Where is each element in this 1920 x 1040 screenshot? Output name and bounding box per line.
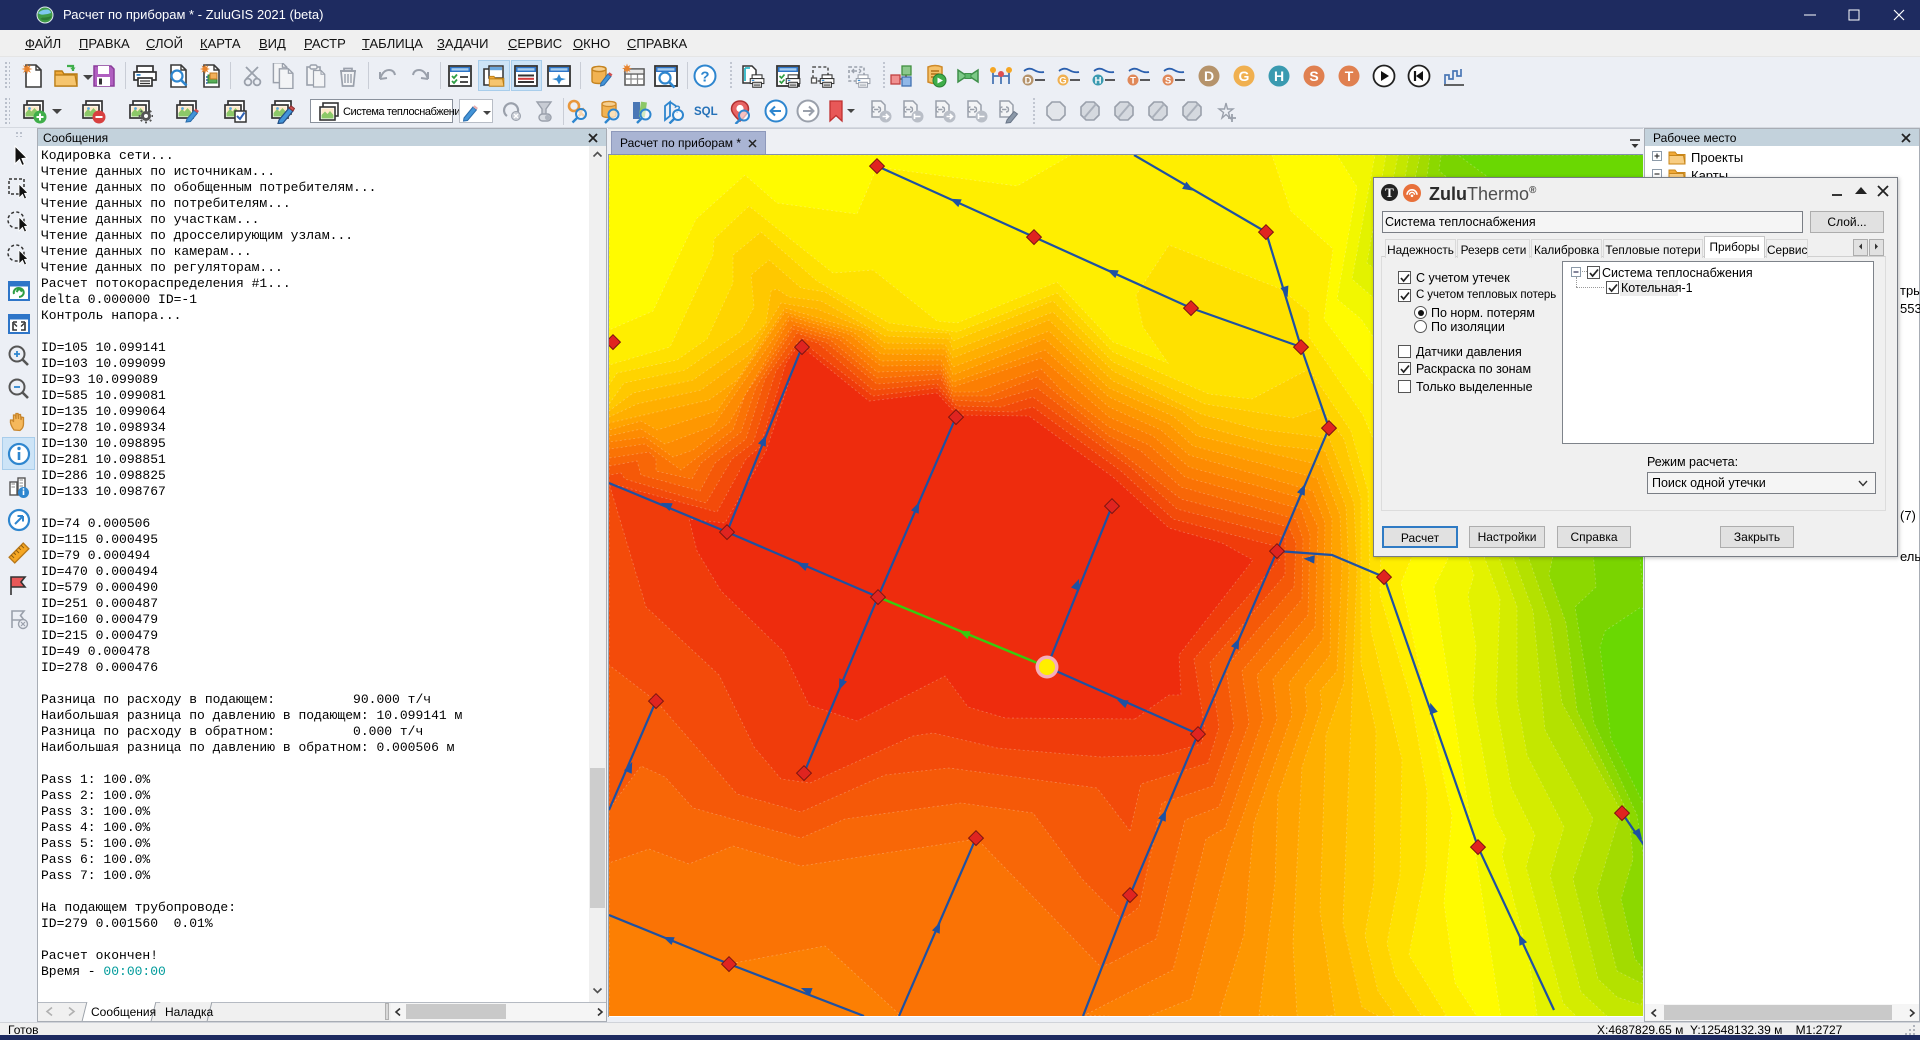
svg-text:G: G bbox=[1059, 76, 1066, 87]
svg-text:?: ? bbox=[700, 69, 709, 86]
svg-text:S: S bbox=[1165, 76, 1171, 87]
svg-text:H: H bbox=[1274, 68, 1284, 84]
svg-text:T: T bbox=[1130, 76, 1136, 87]
svg-text:T: T bbox=[1345, 68, 1354, 84]
svg-text:S: S bbox=[1309, 68, 1318, 84]
svg-text:SQL: SQL bbox=[694, 106, 718, 118]
svg-text:G: G bbox=[1239, 68, 1250, 84]
svg-text:T: T bbox=[1385, 185, 1394, 200]
svg-text:D: D bbox=[1025, 76, 1032, 87]
svg-text:D: D bbox=[1204, 68, 1214, 84]
svg-text:H: H bbox=[1095, 76, 1102, 87]
